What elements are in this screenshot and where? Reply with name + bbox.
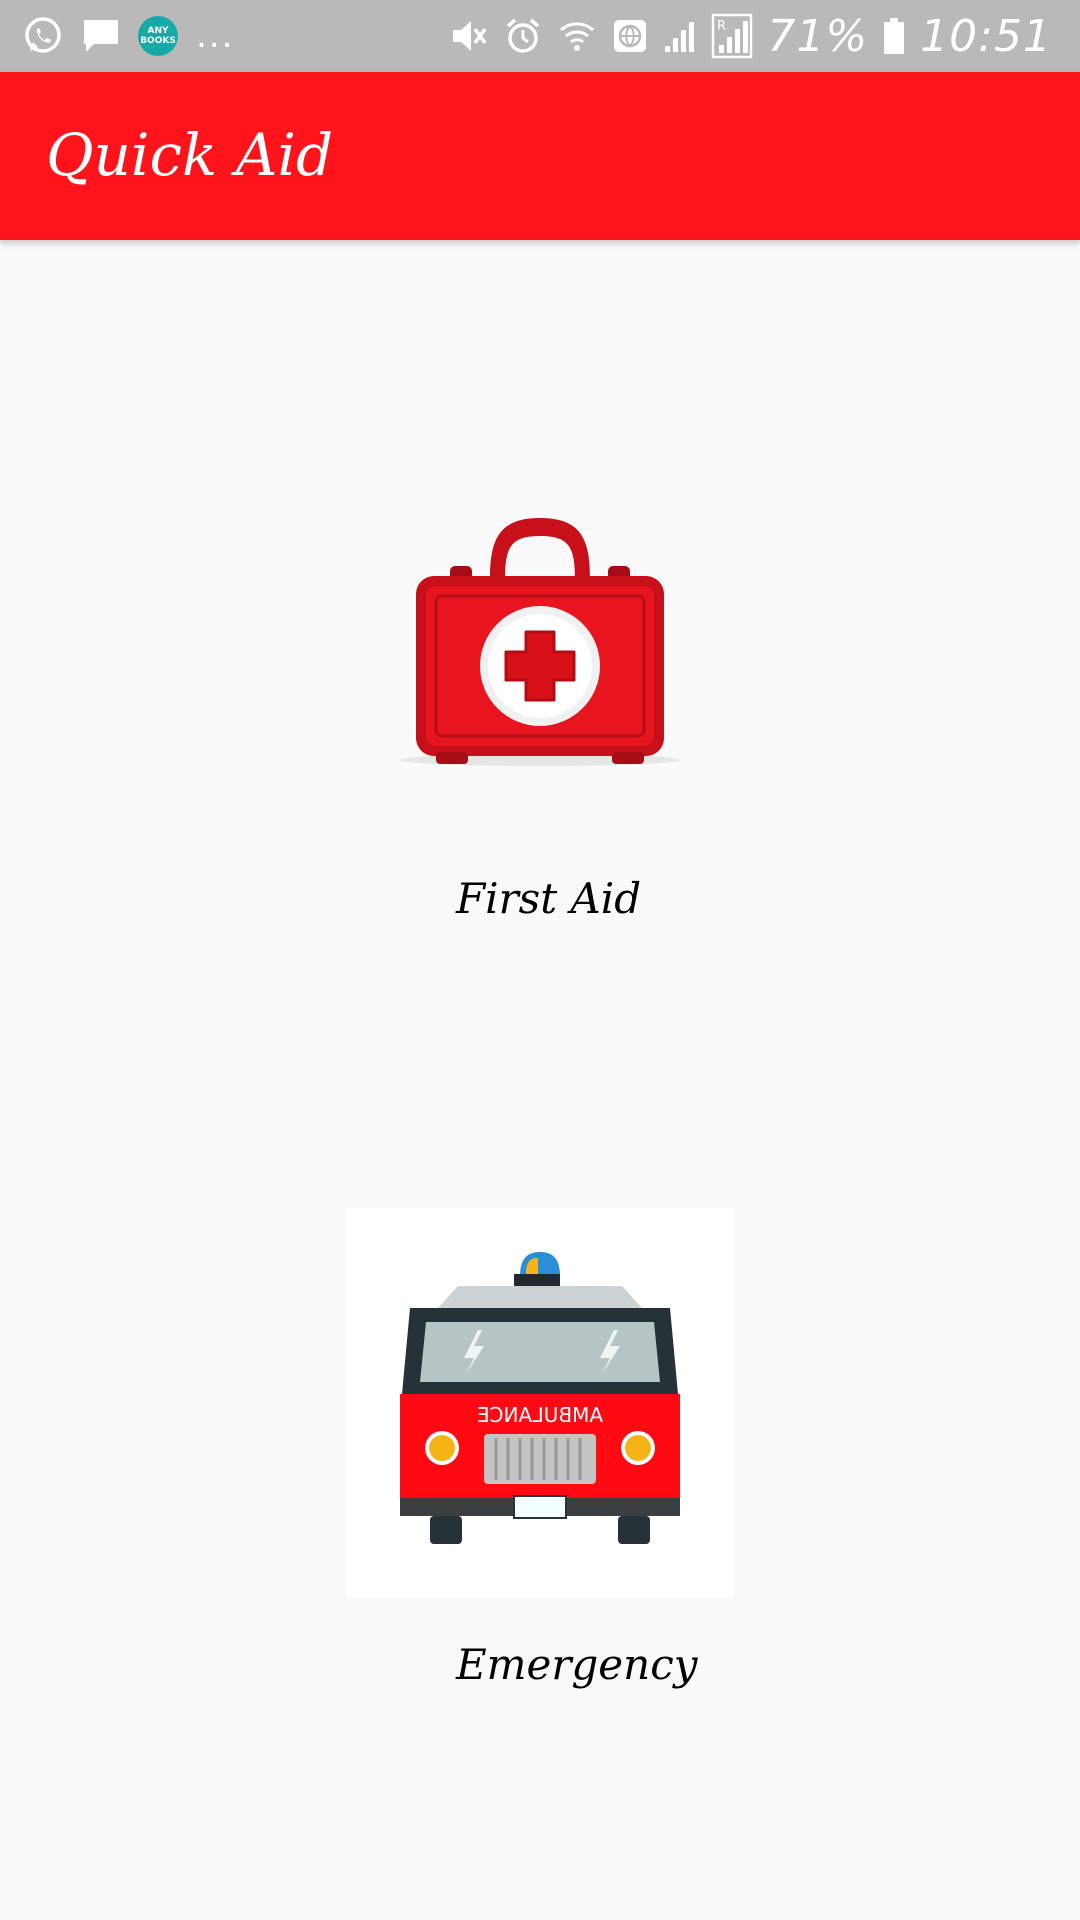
roaming-signal-icon: R: [711, 13, 753, 59]
more-notifications-indicator: ...: [196, 16, 235, 56]
status-bar: ANY BOOKS ... R 71% 10:51: [0, 0, 1080, 72]
app-title: Quick Aid: [46, 121, 334, 189]
app-bar: Quick Aid: [0, 72, 1080, 240]
first-aid-kit-icon[interactable]: [390, 508, 690, 768]
notification-icons: ANY BOOKS ...: [22, 14, 234, 58]
whatsapp-icon: [22, 15, 64, 57]
battery-percentage: 71%: [767, 10, 869, 62]
ambulance-text: AMBULANCE: [477, 1403, 603, 1427]
mute-icon: [449, 16, 489, 56]
ambulance-icon[interactable]: AMBULANCE: [346, 1208, 734, 1598]
alarm-icon: [503, 16, 543, 56]
globe-icon: [611, 16, 649, 56]
battery-icon: [882, 16, 906, 56]
emergency-label[interactable]: Emergency: [456, 1640, 697, 1689]
system-status-icons: R 71% 10:51: [449, 10, 1052, 62]
clock: 10:51: [920, 10, 1052, 62]
anybooks-icon: ANY BOOKS: [138, 16, 178, 56]
signal-icon: [663, 16, 697, 56]
wifi-icon: [557, 16, 597, 56]
first-aid-label[interactable]: First Aid: [456, 874, 641, 923]
message-icon: [82, 17, 120, 55]
anybooks-badge-text: ANY BOOKS: [140, 26, 176, 46]
svg-text:R: R: [717, 19, 726, 34]
